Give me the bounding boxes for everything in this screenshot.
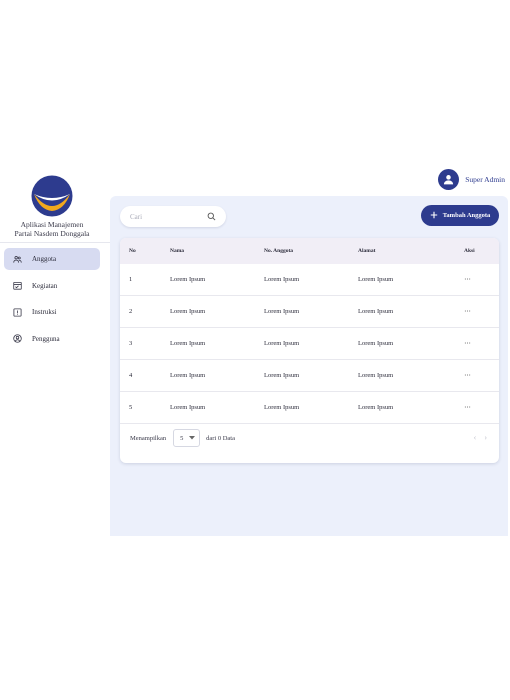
sidebar-item-label: Pengguna <box>32 334 60 343</box>
cell-alamat: Lorem Ipsum <box>358 308 394 315</box>
alert-square-icon <box>13 307 22 317</box>
showing-label: Menampilkan <box>130 434 167 442</box>
app-title: Aplikasi Manajemen Partai Nasdem Donggal… <box>0 220 104 238</box>
more-actions-icon[interactable]: ··· <box>464 275 471 284</box>
sidebar-nav: Anggota Kegiatan Instruksi Pengguna <box>4 248 100 354</box>
search-icon[interactable] <box>207 208 216 226</box>
cell-no-anggota: Lorem Ipsum <box>264 404 300 411</box>
total-label: dari 0 Data <box>206 434 235 442</box>
per-page-value: 5 <box>180 434 184 442</box>
add-member-button[interactable]: Tambah Anggota <box>421 205 499 226</box>
cell-no: 4 <box>129 372 133 379</box>
main-content: Cari Tambah Anggota No Nama No. Anggota … <box>110 196 508 536</box>
sidebar-item-label: Instruksi <box>32 308 57 316</box>
cell-no: 1 <box>129 276 133 283</box>
per-page-select[interactable]: 5 <box>173 429 201 447</box>
table-row: 3 Lorem Ipsum Lorem Ipsum Lorem Ipsum ··… <box>120 328 499 360</box>
cell-no: 5 <box>129 404 133 411</box>
cell-no-anggota: Lorem Ipsum <box>264 276 300 283</box>
table-row: 4 Lorem Ipsum Lorem Ipsum Lorem Ipsum ··… <box>120 360 499 392</box>
sidebar-item-anggota[interactable]: Anggota <box>4 248 100 270</box>
table-row: 2 Lorem Ipsum Lorem Ipsum Lorem Ipsum ··… <box>120 296 499 328</box>
users-icon <box>13 255 22 264</box>
caret-down-icon <box>189 435 196 442</box>
cell-alamat: Lorem Ipsum <box>358 372 394 379</box>
sidebar: Aplikasi Manajemen Partai Nasdem Donggal… <box>0 174 110 540</box>
more-actions-icon[interactable]: ··· <box>464 371 471 380</box>
next-page-icon[interactable]: › <box>484 433 487 442</box>
sidebar-item-kegiatan[interactable]: Kegiatan <box>4 275 100 297</box>
sidebar-divider <box>0 242 110 243</box>
cell-no: 2 <box>129 308 133 315</box>
more-actions-icon[interactable]: ··· <box>464 307 471 316</box>
table-row: 1 Lorem Ipsum Lorem Ipsum Lorem Ipsum ··… <box>120 264 499 296</box>
prev-page-icon[interactable]: ‹ <box>474 433 477 442</box>
cell-no-anggota: Lorem Ipsum <box>264 308 300 315</box>
calendar-check-icon <box>13 281 22 290</box>
col-header-no-anggota: No. Anggota <box>264 248 294 254</box>
plus-icon <box>430 211 438 221</box>
search-input[interactable]: Cari <box>130 213 207 221</box>
sidebar-item-pengguna[interactable]: Pengguna <box>4 328 100 350</box>
cell-nama: Lorem Ipsum <box>170 340 206 347</box>
col-header-aksi: Aksi <box>464 248 475 254</box>
cell-alamat: Lorem Ipsum <box>358 404 394 411</box>
cell-alamat: Lorem Ipsum <box>358 340 394 347</box>
cell-no-anggota: Lorem Ipsum <box>264 340 300 347</box>
cell-nama: Lorem Ipsum <box>170 404 206 411</box>
table-row: 5 Lorem Ipsum Lorem Ipsum Lorem Ipsum ··… <box>120 392 499 424</box>
more-actions-icon[interactable]: ··· <box>464 339 471 348</box>
add-member-label: Tambah Anggota <box>442 212 491 219</box>
members-table-card: No Nama No. Anggota Alamat Aksi 1 Lorem … <box>120 238 499 463</box>
col-header-no: No <box>129 248 136 254</box>
table-header: No Nama No. Anggota Alamat Aksi <box>120 238 499 264</box>
cell-no-anggota: Lorem Ipsum <box>264 372 300 379</box>
cell-alamat: Lorem Ipsum <box>358 276 394 283</box>
sidebar-item-label: Anggota <box>32 255 57 263</box>
cell-nama: Lorem Ipsum <box>170 276 206 283</box>
more-actions-icon[interactable]: ··· <box>464 403 471 412</box>
user-name[interactable]: Super Admin <box>465 175 505 184</box>
col-header-nama: Nama <box>170 248 185 254</box>
cell-nama: Lorem Ipsum <box>170 308 206 315</box>
cell-no: 3 <box>129 340 133 347</box>
user-menu[interactable]: Super Admin <box>438 169 505 190</box>
search-box[interactable]: Cari <box>120 206 226 227</box>
col-header-alamat: Alamat <box>358 248 376 254</box>
sidebar-item-label: Kegiatan <box>32 281 58 290</box>
user-circle-icon <box>13 334 22 343</box>
table-footer: Menampilkan 5 dari 0 Data ‹ › <box>120 426 499 450</box>
party-logo <box>31 175 73 217</box>
sidebar-item-instruksi[interactable]: Instruksi <box>4 301 100 323</box>
cell-nama: Lorem Ipsum <box>170 372 206 379</box>
user-avatar-icon[interactable] <box>438 169 460 190</box>
app-title-line2: Partai Nasdem Donggala <box>14 228 90 238</box>
pagination-controls: ‹ › <box>474 433 487 442</box>
